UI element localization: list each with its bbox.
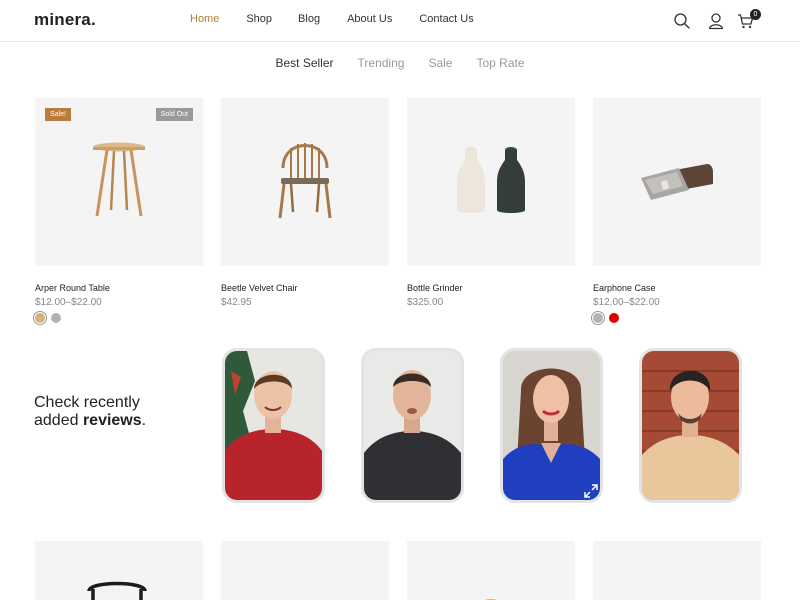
bottle-grinder-image (457, 147, 525, 213)
product-card: Sale! Sold Out Arper Round Table $12.00–… (35, 98, 203, 323)
product-card[interactable] (593, 541, 761, 600)
tab-sale[interactable]: Sale (428, 56, 452, 70)
reviewer-portrait (225, 351, 322, 500)
reviews-heading-prefix: added (34, 412, 83, 429)
product-image (87, 581, 147, 600)
earphone-case-image (641, 164, 713, 200)
reviews-heading-suffix: . (141, 412, 147, 429)
logo[interactable]: minera. (34, 10, 96, 30)
review-video-card[interactable] (500, 348, 603, 503)
main-nav: Home Shop Blog About Us Contact Us (190, 13, 474, 25)
product-price: $325.00 (407, 297, 444, 308)
round-table-image (93, 142, 145, 217)
nav-home[interactable]: Home (190, 13, 219, 25)
nav-blog[interactable]: Blog (298, 13, 320, 25)
product-card[interactable] (221, 541, 389, 600)
product-image[interactable]: Sale! Sold Out (35, 98, 203, 266)
product-name[interactable]: Beetle Velvet Chair (221, 283, 389, 293)
product-tabs: Best Seller Trending Sale Top Rate (0, 56, 800, 70)
user-icon[interactable] (706, 11, 726, 31)
sale-badge: Sale! (45, 108, 71, 121)
site-header: minera. Home Shop Blog About Us Contact … (0, 0, 800, 42)
product-image[interactable] (407, 98, 575, 266)
reviewer-portrait (503, 351, 600, 500)
swatch-tan[interactable] (35, 313, 45, 323)
product-card[interactable] (407, 541, 575, 600)
nav-contact-us[interactable]: Contact Us (419, 13, 473, 25)
search-icon[interactable] (672, 11, 692, 31)
product-image (484, 599, 498, 600)
product-price: $12.00–$22.00 (593, 297, 660, 308)
tab-best-seller[interactable]: Best Seller (275, 56, 333, 70)
review-video-card[interactable] (639, 348, 742, 503)
cart-count-badge: 0 (750, 9, 761, 20)
reviewer-portrait (364, 351, 461, 500)
product-name[interactable]: Arper Round Table (35, 283, 203, 293)
swatch-red[interactable] (609, 313, 619, 323)
reviews-heading: Check recently added reviews. (34, 394, 146, 430)
tab-top-rate[interactable]: Top Rate (476, 56, 524, 70)
reviews-heading-bold: reviews (82, 412, 142, 429)
product-name[interactable]: Earphone Case (593, 283, 761, 293)
product-image[interactable] (593, 98, 761, 266)
tab-trending[interactable]: Trending (358, 56, 405, 70)
color-swatches (35, 313, 203, 323)
chair-image (278, 143, 332, 219)
product-price: $42.95 (221, 297, 252, 308)
nav-shop[interactable]: Shop (246, 13, 272, 25)
product-price: $12.00–$22.00 (35, 297, 102, 308)
product-card: Earphone Case $12.00–$22.00 (593, 98, 761, 323)
product-card: Beetle Velvet Chair $42.95 (221, 98, 389, 308)
review-video-card[interactable] (222, 348, 325, 503)
expand-icon[interactable] (584, 484, 598, 498)
swatch-grey[interactable] (593, 313, 603, 323)
product-card[interactable] (35, 541, 203, 600)
swatch-grey[interactable] (51, 313, 61, 323)
color-swatches (593, 313, 761, 323)
reviews-heading-line2: added reviews. (34, 412, 146, 430)
product-image[interactable] (221, 98, 389, 266)
sold-out-badge: Sold Out (155, 108, 193, 121)
product-name[interactable]: Bottle Grinder (407, 283, 575, 293)
nav-about-us[interactable]: About Us (347, 13, 392, 25)
reviews-heading-line1: Check recently (34, 394, 140, 411)
review-video-card[interactable] (361, 348, 464, 503)
product-card: Bottle Grinder $325.00 (407, 98, 575, 308)
reviewer-portrait (642, 351, 739, 500)
